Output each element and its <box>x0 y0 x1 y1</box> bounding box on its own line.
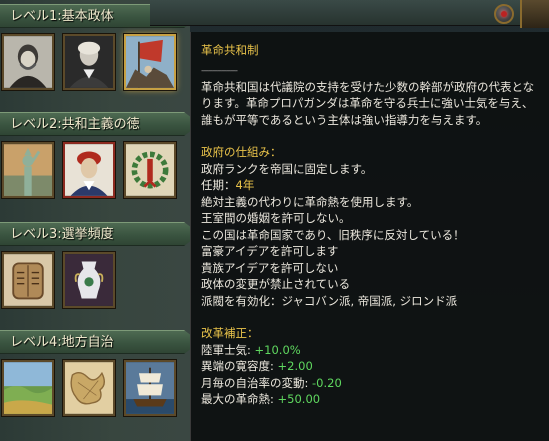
level-3-label: レベル3: <box>10 227 62 242</box>
ornate-vase-icon[interactable] <box>63 252 115 308</box>
revolutionary-leader-icon[interactable] <box>63 142 115 198</box>
level-4-label: レベル4: <box>10 335 62 350</box>
modifier-item: 陸軍士気: +10.0% <box>201 342 301 357</box>
laurel-wreath-icon[interactable] <box>124 142 176 198</box>
level-3-name: 選挙頻度 <box>61 227 114 242</box>
tooltip-divider: ---------------- <box>201 65 238 76</box>
mechanics-title: 政府の仕組み： <box>201 145 282 159</box>
explorer-portrait-icon[interactable] <box>2 34 54 90</box>
level-2-header[interactable]: レベル2:共和主義の徳 <box>0 112 200 136</box>
modifier-value: -0.20 <box>312 375 342 390</box>
modifier-item: 異端の寛容度: +2.00 <box>201 359 313 373</box>
modifiers-list: 陸軍士気: +10.0% 異端の寛容度: +2.00 月毎の自治率の変動: -0… <box>201 342 537 408</box>
level-4-header[interactable]: レベル4:地方自治 <box>0 330 200 354</box>
term-value: 4年 <box>235 178 255 192</box>
modifier-item: 最大の革命熱: +50.00 <box>201 392 321 406</box>
founder-portrait-icon[interactable] <box>63 34 115 90</box>
tooltip-description: 革命共和国は代議院の支持を受けた少数の幹部が政府の代表となります。革命プロパガン… <box>201 79 535 127</box>
modifier-value: +2.00 <box>277 359 313 373</box>
old-map-icon[interactable] <box>63 360 115 416</box>
mechanic-item: 絶対主義の代わりに革命熱を使用します。 <box>201 194 419 209</box>
level-4-reforms <box>0 360 190 424</box>
mechanic-item: 派閥を有効化：ジャコバン派, 帝国派, ジロンド派 <box>201 293 458 308</box>
modifier-value: +50.00 <box>277 392 321 406</box>
government-reforms-panel: レベル1:基本政体 レベル2:共和主義の徳 レベル3:選挙頻度 レベル4:地方自… <box>0 0 200 441</box>
liberty-statue-icon[interactable] <box>2 142 54 198</box>
modifiers-title: 改革補正： <box>201 326 259 340</box>
modifier-value: +10.0% <box>254 342 301 357</box>
countryside-landscape-icon[interactable] <box>2 360 54 416</box>
window-top-bar <box>150 0 549 26</box>
window-corner-ornament <box>520 0 549 28</box>
mechanic-item: 政府ランクを帝国に固定します。 <box>201 161 373 176</box>
level-3-header[interactable]: レベル3:選挙頻度 <box>0 222 200 246</box>
sailing-ship-icon[interactable] <box>124 360 176 416</box>
level-1-label: レベル1: <box>10 9 62 24</box>
reform-tooltip: 革命共和制 ---------------- 革命共和国は代議院の支持を受けた少… <box>190 32 549 441</box>
mechanic-item: 任期：4年 <box>201 178 255 192</box>
law-tablets-icon[interactable] <box>2 252 54 308</box>
modifier-item: 月毎の自治率の変動: -0.20 <box>201 375 342 390</box>
level-2-name: 共和主義の徳 <box>61 117 140 132</box>
revolution-flag-icon[interactable] <box>124 34 176 90</box>
tooltip-title: 革命共和制 <box>201 43 259 57</box>
mechanics-list: 政府ランクを帝国に固定します。 任期：4年 絶対主義の代わりに革命熱を使用します… <box>201 161 537 310</box>
level-2-label: レベル2: <box>10 117 62 132</box>
level-2-reforms <box>0 142 190 206</box>
mechanic-item: 政体の変更が禁止されている <box>201 277 351 291</box>
mechanic-item: 富豪アイデアを許可します <box>201 244 339 258</box>
mechanic-item: 王室間の婚姻を許可しない。 <box>201 211 351 225</box>
mechanic-item: この国は革命国家であり、旧秩序に反対している！ <box>201 227 465 242</box>
close-button[interactable] <box>494 4 514 24</box>
level-1-name: 基本政体 <box>61 9 114 24</box>
level-1-reforms <box>0 34 190 98</box>
level-3-reforms <box>0 252 190 316</box>
level-4-name: 地方自治 <box>61 335 114 350</box>
mechanic-item: 貴族アイデアを許可しない <box>201 260 339 275</box>
